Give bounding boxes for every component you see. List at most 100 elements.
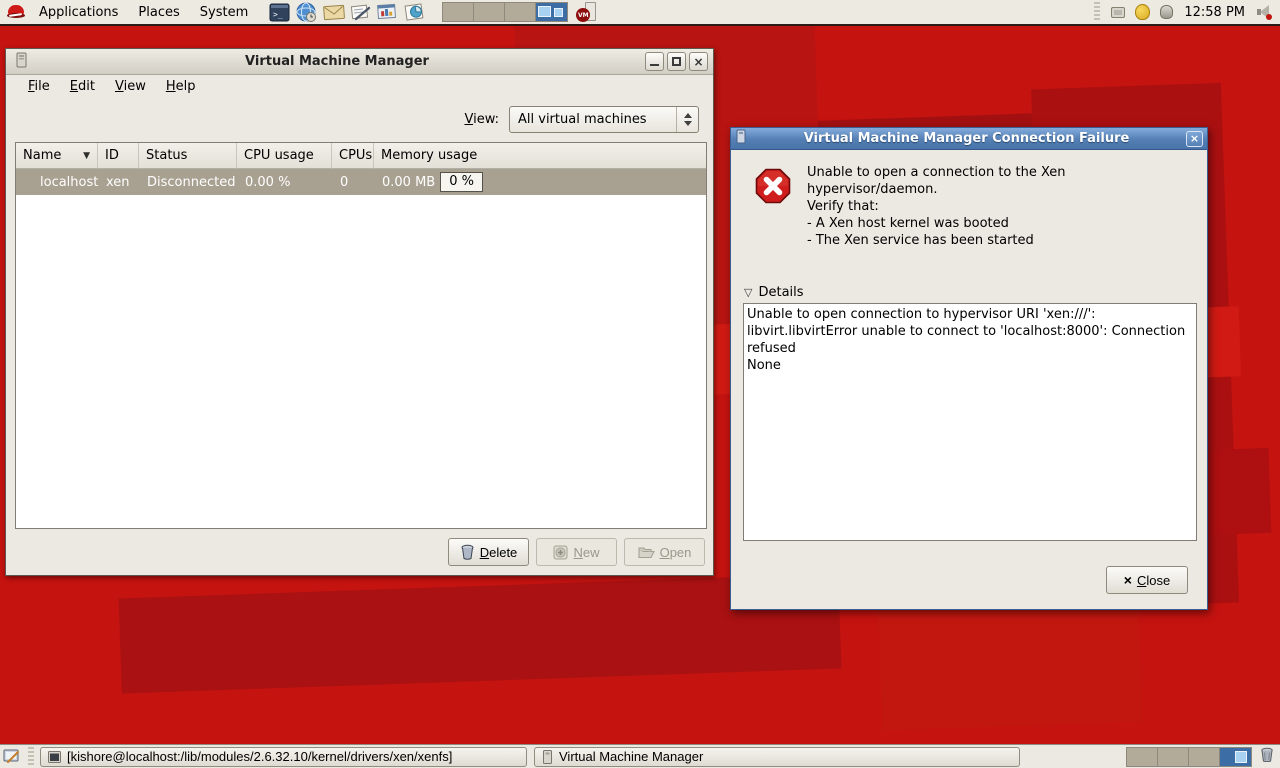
bottom-taskbar: [kishore@localhost:/lib/modules/2.6.32.1… [0, 744, 1280, 768]
new-button-label: New [573, 545, 599, 560]
workspace-4-active[interactable] [536, 3, 567, 21]
connection-failure-dialog: Virtual Machine Manager Connection Failu… [730, 127, 1208, 610]
column-header-status[interactable]: Status [139, 143, 237, 169]
details-label: Details [758, 285, 803, 300]
virt-manager-tray-icon[interactable]: VM [576, 1, 598, 23]
cell-cpus: 0 [332, 169, 374, 195]
vmm-task-icon [542, 750, 553, 764]
details-textarea[interactable]: Unable to open connection to hypervisor … [743, 303, 1197, 541]
dialog-message: Unable to open a connection to the Xen h… [807, 164, 1199, 198]
ws-window-thumb [1235, 751, 1247, 763]
terminal-launcher-icon[interactable]: >_ [268, 1, 291, 23]
menu-applications[interactable]: Applications [29, 0, 128, 24]
svg-text:>_: >_ [273, 10, 283, 19]
workspace-3[interactable] [505, 3, 536, 21]
selinux-tray-icon[interactable] [1135, 4, 1150, 20]
verify-item-2: - The Xen service has been started [807, 232, 1199, 249]
impress-launcher-icon[interactable] [376, 1, 399, 23]
open-button[interactable]: Open [624, 538, 705, 566]
new-button[interactable]: New [536, 538, 617, 566]
vmm-action-buttons: Delete New Open [6, 538, 705, 566]
open-folder-icon [638, 546, 655, 559]
input-tray-icon[interactable] [1160, 5, 1173, 19]
verify-heading: Verify that: [807, 198, 1199, 215]
ws-bottom-4-active[interactable] [1220, 748, 1251, 766]
ws-bottom-2[interactable] [1158, 748, 1189, 766]
window-list-handle[interactable] [28, 747, 34, 767]
menu-places[interactable]: Places [128, 0, 189, 24]
panel-clock[interactable]: 12:58 PM [1184, 5, 1245, 20]
delete-button[interactable]: Delete [448, 538, 529, 566]
trash-applet-icon[interactable] [1260, 747, 1274, 766]
workspace-2[interactable] [474, 3, 505, 21]
memory-amount: 0.00 MB [382, 175, 435, 190]
workspace-switcher-top[interactable] [442, 2, 568, 22]
workspace-switcher-bottom[interactable] [1126, 747, 1252, 767]
calc-launcher-icon[interactable] [403, 1, 426, 23]
dialog-titlebar[interactable]: Virtual Machine Manager Connection Failu… [731, 128, 1207, 150]
combobox-arrows-icon [676, 107, 698, 132]
vmm-titlebar[interactable]: Virtual Machine Manager × [6, 49, 713, 75]
workspace-window-thumb [538, 6, 551, 17]
maximize-button[interactable] [667, 52, 686, 71]
delete-button-label: Delete [480, 545, 518, 560]
menu-edit[interactable]: Edit [60, 77, 105, 96]
top-panel: Applications Places System >_ [0, 0, 1280, 26]
menu-system[interactable]: System [190, 0, 258, 24]
view-label: View: [464, 112, 499, 127]
dialog-close-icon[interactable]: × [1186, 131, 1203, 147]
menu-view[interactable]: View [105, 77, 156, 96]
expander-open-icon: ▽ [744, 286, 752, 299]
web-browser-launcher-icon[interactable] [295, 1, 318, 23]
email-launcher-icon[interactable] [322, 1, 345, 23]
close-button[interactable]: × [689, 52, 708, 71]
dialog-verify-block: Verify that: - A Xen host kernel was boo… [807, 198, 1199, 249]
notification-area-handle[interactable] [1094, 2, 1100, 22]
dialog-close-button[interactable]: × Close [1106, 566, 1188, 594]
vmm-window-icon [15, 52, 28, 72]
sort-descending-icon: ▼ [83, 151, 90, 161]
dialog-button-row: × Close [1106, 566, 1188, 594]
details-expander[interactable]: ▽ Details [744, 285, 804, 300]
display-tray-icon[interactable] [1111, 7, 1125, 18]
vmm-menubar: File Edit View Help [6, 75, 713, 98]
cell-id: xen [98, 169, 139, 195]
taskbar-item-vmm[interactable]: Virtual Machine Manager [534, 747, 1020, 767]
workspace-1[interactable] [443, 3, 474, 21]
vm-list-table: Name ▼ ID Status CPU usage CPUs Memory u… [15, 142, 707, 529]
vmm-window: Virtual Machine Manager × File Edit View… [5, 48, 714, 576]
column-header-id[interactable]: ID [98, 143, 139, 169]
vm-row-localhost-selected[interactable]: localhost xen Disconnected 0.00 % 0 0.00… [16, 169, 706, 195]
taskbar-item-terminal-label: [kishore@localhost:/lib/modules/2.6.32.1… [67, 749, 452, 764]
dialog-title: Virtual Machine Manager Connection Failu… [747, 131, 1186, 146]
ws-bottom-3[interactable] [1189, 748, 1220, 766]
column-name-label: Name [23, 148, 61, 163]
taskbar-item-vmm-label: Virtual Machine Manager [559, 749, 703, 764]
show-desktop-button[interactable] [0, 746, 22, 768]
ws-bottom-1[interactable] [1127, 748, 1158, 766]
dialog-window-icon [735, 129, 747, 148]
view-filter-row: View: All virtual machines [6, 104, 699, 134]
memory-progress-box: 0 % [440, 172, 483, 192]
menu-file[interactable]: File [18, 77, 60, 96]
column-header-memory-usage[interactable]: Memory usage [374, 143, 706, 169]
writer-launcher-icon[interactable] [349, 1, 372, 23]
redhat-logo-icon[interactable] [7, 5, 25, 19]
column-header-name[interactable]: Name ▼ [16, 143, 98, 169]
menu-help[interactable]: Help [156, 77, 206, 96]
minimize-button[interactable] [645, 52, 664, 71]
open-button-label: Open [660, 545, 692, 560]
column-header-cpu-usage[interactable]: CPU usage [237, 143, 332, 169]
terminal-task-icon [48, 751, 61, 763]
volume-muted-icon[interactable] [1256, 5, 1272, 20]
workspace-window-thumb [554, 8, 563, 17]
close-x-icon: × [1124, 573, 1132, 587]
column-cpus-label: CPUs [339, 148, 372, 163]
column-memory-usage-label: Memory usage [381, 148, 477, 163]
taskbar-item-terminal[interactable]: [kishore@localhost:/lib/modules/2.6.32.1… [40, 747, 527, 767]
column-header-cpus[interactable]: CPUs [332, 143, 374, 169]
column-status-label: Status [146, 148, 187, 163]
view-combobox[interactable]: All virtual machines [509, 106, 699, 133]
dialog-close-label: Close [1137, 573, 1170, 588]
error-icon [755, 168, 791, 208]
